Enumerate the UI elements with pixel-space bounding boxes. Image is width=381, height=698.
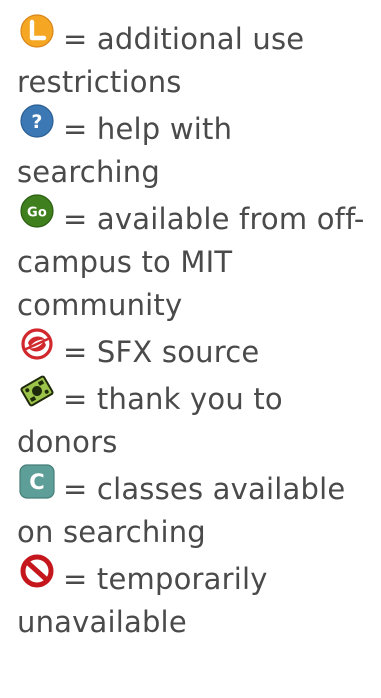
legend-item-classes: C = classes available on searching [17, 464, 379, 554]
legend-item-donors: = thank you to donors [17, 374, 379, 464]
svg-text:Go: Go [27, 206, 47, 221]
legend-text: SFX source [96, 335, 260, 369]
legend-text: additional use restrictions [17, 22, 305, 99]
equals-sign: = [63, 22, 88, 56]
legend-item-off-campus: Go = available from off-campus to MIT co… [17, 194, 379, 327]
equals-sign: = [63, 335, 88, 369]
equals-sign: = [63, 112, 88, 146]
equals-sign: = [63, 202, 88, 236]
svg-text:C: C [29, 470, 45, 494]
legend-item-use-restrictions: = additional use restrictions [17, 14, 379, 104]
equals-sign: = [63, 382, 88, 416]
restricted-use-icon [17, 14, 59, 52]
legend-item-unavailable: = temporarily unavailable [17, 554, 379, 644]
legend-item-sfx: = SFX source [17, 327, 379, 374]
off-campus-icon: Go [17, 194, 59, 232]
donor-icon [17, 374, 59, 412]
equals-sign: = [63, 472, 88, 506]
equals-sign: = [63, 562, 88, 596]
icon-legend: = additional use restrictions ? = help w… [17, 14, 379, 644]
unavailable-icon [17, 554, 59, 592]
classes-icon: C [17, 464, 59, 502]
help-icon: ? [17, 104, 59, 142]
svg-text:?: ? [31, 111, 42, 133]
legend-item-help: ? = help with searching [17, 104, 379, 194]
sfx-icon [17, 327, 59, 365]
